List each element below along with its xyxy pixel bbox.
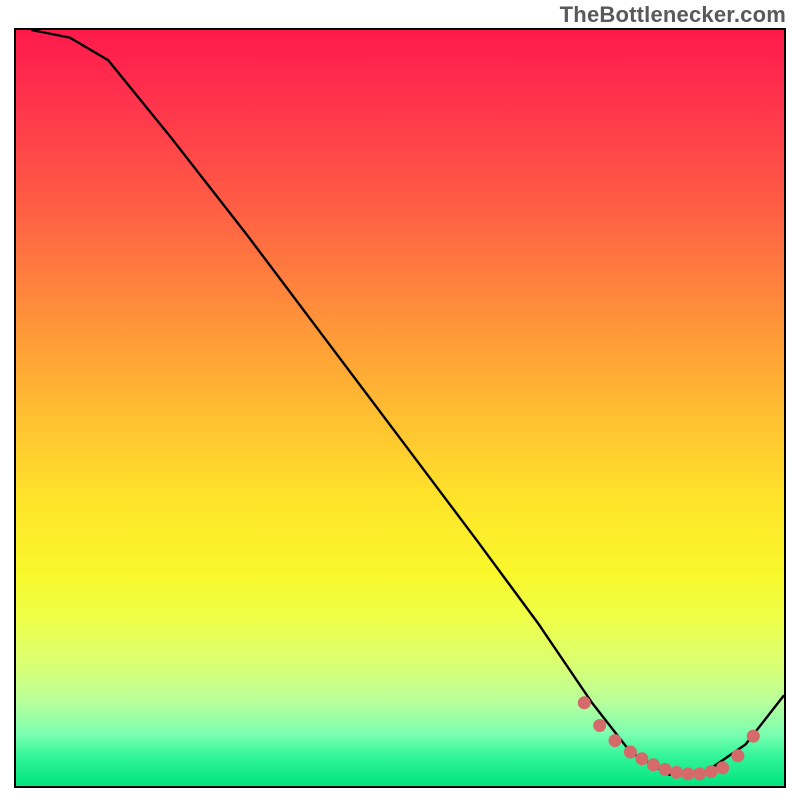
highlight-markers: [578, 696, 760, 780]
marker-dot: [578, 696, 591, 709]
marker-dot: [647, 758, 660, 771]
marker-dot: [659, 763, 672, 776]
marker-dot: [624, 746, 637, 759]
marker-dot: [716, 761, 729, 774]
marker-dot: [731, 749, 744, 762]
marker-dot: [682, 767, 695, 780]
marker-dot: [747, 730, 760, 743]
marker-dot: [670, 766, 683, 779]
chart-container: TheBottlenecker.com: [0, 0, 800, 800]
marker-dot: [635, 752, 648, 765]
marker-dot: [693, 767, 706, 780]
curve-line: [31, 30, 784, 775]
plot-area: [14, 28, 786, 788]
marker-dot: [705, 765, 718, 778]
marker-dot: [609, 734, 622, 747]
marker-dot: [593, 719, 606, 732]
watermark-text: TheBottlenecker.com: [560, 2, 786, 28]
chart-overlay: [16, 30, 784, 786]
